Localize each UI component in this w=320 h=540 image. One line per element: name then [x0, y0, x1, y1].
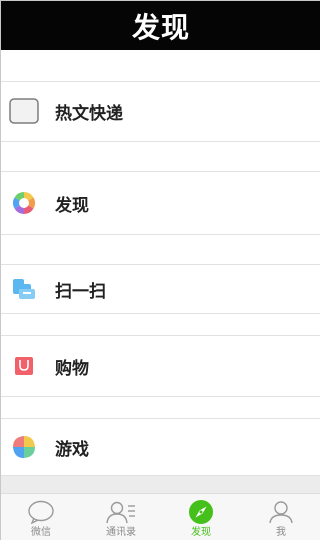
- divider: [1, 475, 320, 476]
- game-pinwheel-icon: [9, 432, 39, 462]
- divider: [1, 81, 320, 82]
- bottom-tab-bar: 微信 通讯录 发现 我: [1, 493, 320, 540]
- menu-item-discover[interactable]: 发现: [1, 172, 320, 234]
- menu-item-label: 发现: [55, 195, 89, 216]
- menu-item-label: 游戏: [55, 439, 89, 460]
- shopping-bag-icon: [9, 351, 39, 381]
- tab-label: 发现: [191, 527, 211, 538]
- menu-item-scan[interactable]: 扫一扫: [1, 265, 320, 313]
- chat-bubble-icon: [26, 497, 56, 527]
- tab-me[interactable]: 我: [241, 494, 320, 540]
- tab-discover[interactable]: 发现: [161, 494, 241, 540]
- menu-item-label: 购物: [55, 358, 89, 379]
- discover-pinwheel-icon: [9, 188, 39, 218]
- tab-label: 我: [276, 527, 286, 538]
- tab-chats[interactable]: 微信: [1, 494, 81, 540]
- menu-item-shopping[interactable]: 购物: [1, 336, 320, 396]
- section-spacer: [1, 397, 320, 418]
- menu-item-label: 扫一扫: [55, 281, 106, 302]
- app-frame: 发现 热文快递 发现 扫一扫 购物 游戏 微信 通讯录 发现 我: [0, 0, 320, 540]
- news-box-icon: [9, 96, 39, 126]
- contacts-icon: [106, 497, 136, 527]
- discover-list: 热文快递 发现 扫一扫 购物 游戏: [1, 50, 320, 493]
- tab-label: 微信: [31, 527, 51, 538]
- title-bar: 发现: [1, 1, 320, 50]
- tab-label: 通讯录: [106, 527, 136, 538]
- section-spacer: [1, 314, 320, 335]
- menu-item-games[interactable]: 游戏: [1, 419, 320, 475]
- top-spacer: [1, 50, 320, 81]
- section-spacer: [1, 142, 320, 171]
- tab-contacts[interactable]: 通讯录: [81, 494, 161, 540]
- section-spacer: [1, 235, 320, 264]
- page-title: 发现: [131, 10, 190, 44]
- menu-item-label: 热文快递: [55, 103, 123, 124]
- scan-icon: [9, 274, 39, 304]
- menu-item-hot-articles[interactable]: 热文快递: [1, 81, 320, 141]
- person-icon: [266, 497, 296, 527]
- compass-icon: [186, 497, 216, 527]
